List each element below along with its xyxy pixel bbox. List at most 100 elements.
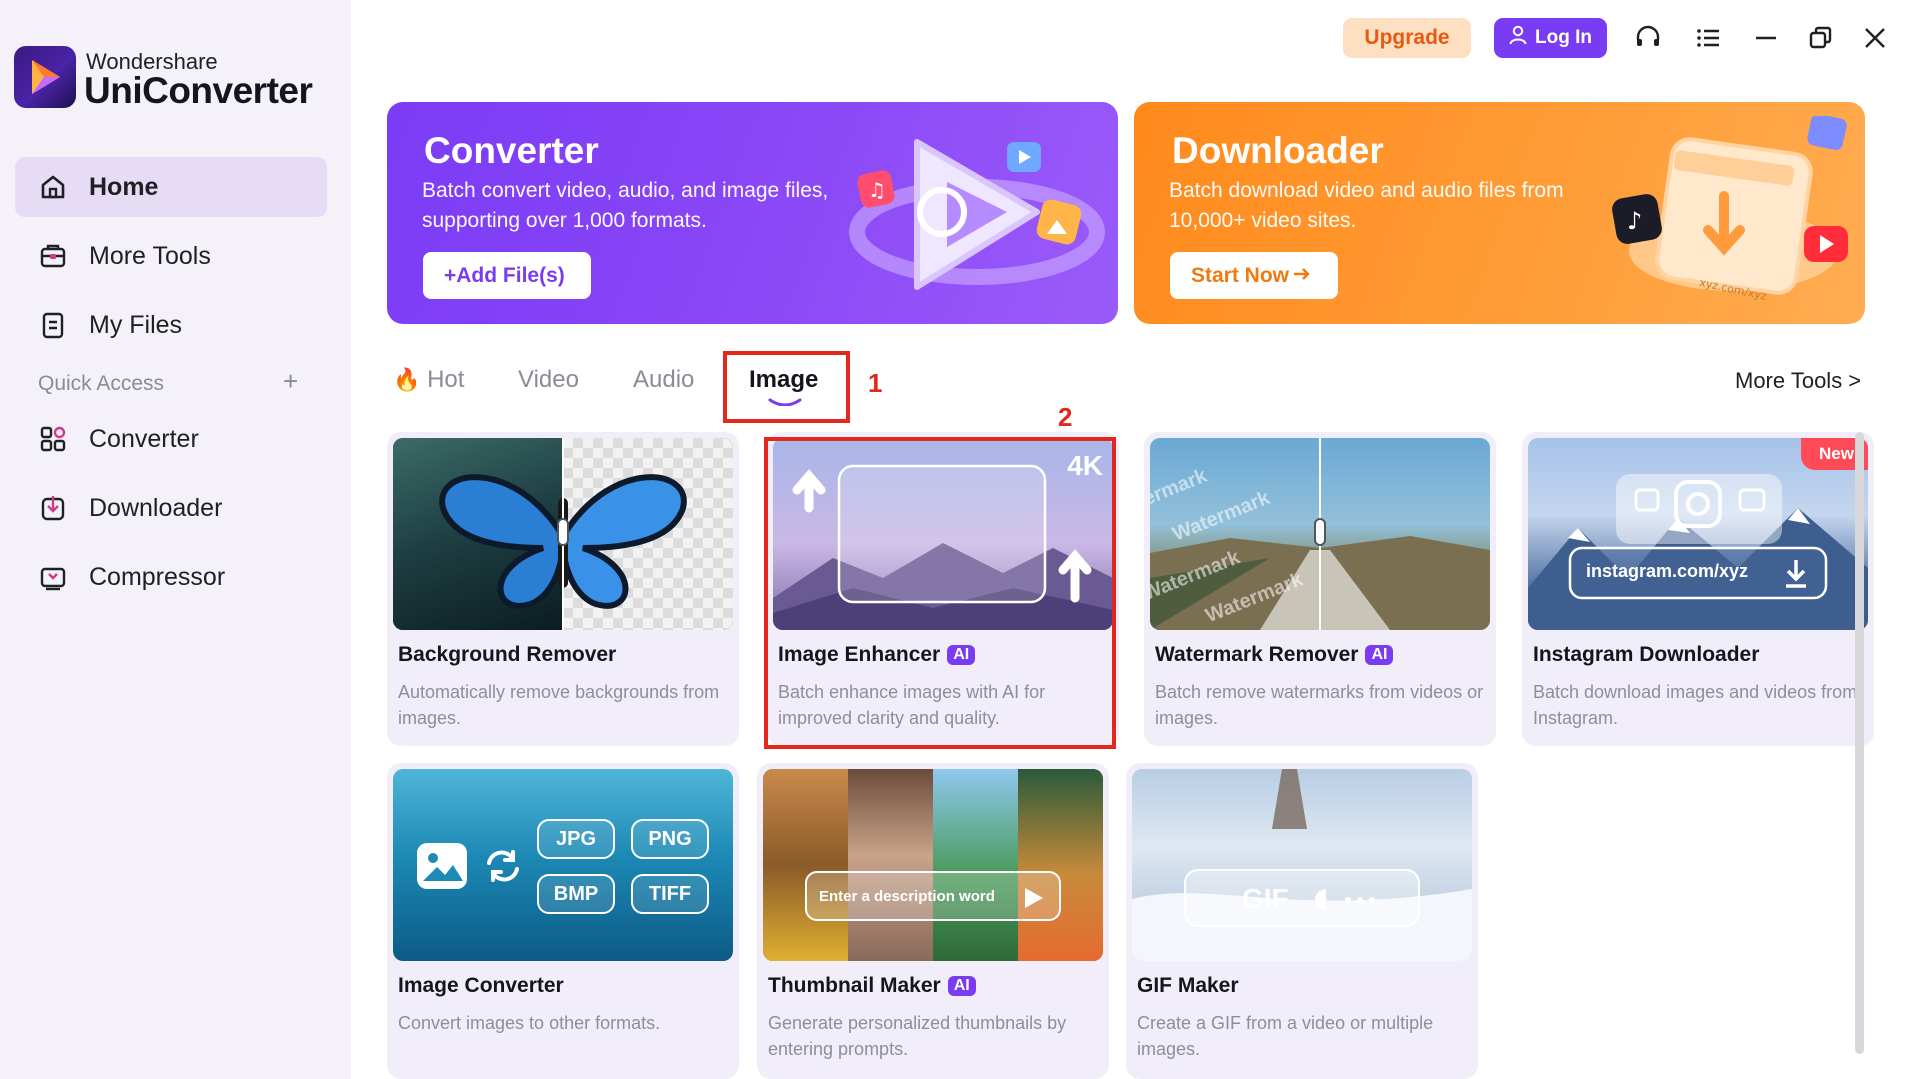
downloader-banner[interactable]: Downloader Batch download video and audi…: [1134, 102, 1865, 324]
content-scrollbar[interactable]: [1855, 432, 1864, 1054]
image-converter-thumbnail: JPG PNG BMP TIFF: [393, 769, 733, 961]
user-icon: [1509, 25, 1527, 51]
send-arrow-icon: [1025, 888, 1043, 908]
card-title: Thumbnail Maker AI: [768, 974, 976, 998]
card-title: Background Remover: [398, 643, 617, 666]
card-instagram-downloader[interactable]: instagram.com/xyz New Instagram Download…: [1522, 432, 1874, 746]
sidebar-item-label: My Files: [89, 310, 183, 339]
uniconverter-logo: [14, 46, 76, 108]
card-title: GIF Maker: [1137, 974, 1239, 997]
start-now-label: Start Now: [1191, 263, 1290, 287]
card-description: Automatically remove backgrounds from im…: [398, 682, 720, 728]
format-bmp: BMP: [537, 874, 615, 914]
sidebar-item-compressor[interactable]: Compressor: [15, 547, 327, 607]
instagram-downloader-thumbnail: instagram.com/xyz New: [1528, 438, 1868, 630]
annotation-number-1: 1: [868, 368, 883, 398]
card-title-text: Watermark Remover: [1155, 643, 1359, 666]
downloader-banner-description: Batch download video and audio files fro…: [1169, 179, 1564, 232]
headset-icon[interactable]: [1630, 20, 1666, 56]
sidebar-item-label: Home: [89, 172, 159, 201]
sidebar-item-label: Downloader: [89, 493, 223, 522]
arrow-right-icon: [1293, 264, 1311, 288]
downloader-illustration: ♪ xyz.com/xyz: [1612, 116, 1848, 303]
downloader-banner-title: Downloader: [1172, 130, 1384, 171]
start-now-button[interactable]: Start Now: [1170, 252, 1338, 299]
gif-loading-icon: [1315, 889, 1375, 911]
gif-maker-thumbnail: GIF: [1132, 769, 1472, 961]
tab-audio[interactable]: Audio: [633, 366, 694, 394]
card-description: Create a GIF from a video or multiple im…: [1137, 1013, 1434, 1059]
sidebar-item-home[interactable]: Home: [15, 157, 327, 217]
tab-hot[interactable]: 🔥 Hot: [393, 366, 464, 394]
card-gif-maker[interactable]: GIF GIF Maker Create a GIF from a video …: [1126, 763, 1478, 1079]
sidebar-item-downloader[interactable]: Downloader: [15, 478, 327, 538]
home-icon: [37, 171, 69, 203]
tab-hot-label: Hot: [427, 366, 465, 393]
compressor-icon: [37, 561, 69, 593]
login-label: Log In: [1535, 27, 1592, 48]
card-description: Convert images to other formats.: [398, 1013, 661, 1033]
gif-label-box: GIF: [1184, 869, 1420, 927]
annotation-box-image-tab: [723, 351, 850, 423]
sidebar-item-label: More Tools: [89, 241, 211, 270]
quick-access-heading: Quick Access: [38, 372, 165, 395]
card-thumbnail-maker[interactable]: Enter a description word Thumbnail Maker…: [757, 763, 1109, 1079]
background-remover-thumbnail: [393, 438, 733, 630]
card-background-remover[interactable]: Background Remover Automatically remove …: [387, 432, 739, 746]
downloader-icon: [37, 492, 69, 524]
card-description: Generate personalized thumbnails by ente…: [768, 1013, 1067, 1059]
sidebar-item-my-files[interactable]: My Files: [15, 295, 327, 355]
fire-icon: 🔥: [393, 367, 421, 392]
ai-badge: AI: [947, 976, 976, 996]
quick-access-add-button[interactable]: +: [283, 366, 298, 397]
ai-badge: AI: [1365, 645, 1394, 665]
watermark-remover-thumbnail: Watermark Watermark Watermark Watermark: [1150, 438, 1490, 630]
toolbox-icon: [37, 240, 69, 272]
gif-label: GIF: [1242, 883, 1289, 914]
image-file-icon: [417, 843, 467, 889]
thumbnail-maker-thumbnail: Enter a description word: [763, 769, 1103, 961]
brand-product: UniConverter: [84, 70, 313, 111]
annotation-box-image-enhancer: [764, 437, 1116, 749]
convert-arrows-icon: [487, 850, 519, 882]
annotation-number-2: 2: [1058, 402, 1073, 432]
watermark-overlay: Watermark Watermark Watermark Watermark: [1150, 438, 1320, 630]
converter-banner[interactable]: Converter Batch convert video, audio, an…: [387, 102, 1118, 324]
converter-banner-description: Batch convert video, audio, and image fi…: [422, 179, 829, 232]
menu-list-icon[interactable]: [1690, 20, 1726, 56]
card-title-text: Thumbnail Maker: [768, 974, 941, 997]
sidebar-item-more-tools[interactable]: More Tools: [15, 226, 327, 286]
format-jpg: JPG: [537, 819, 615, 859]
svg-text:♫: ♫: [868, 178, 886, 202]
card-title: Instagram Downloader: [1533, 643, 1760, 666]
more-tools-link[interactable]: More Tools >: [1735, 368, 1861, 394]
login-button[interactable]: Log In: [1494, 18, 1607, 58]
sidebar-item-converter[interactable]: Converter: [15, 409, 327, 469]
card-description: Batch download images and videos from In…: [1533, 682, 1858, 728]
format-tiff: TIFF: [631, 874, 709, 914]
card-title: Watermark Remover AI: [1155, 643, 1394, 667]
tab-video[interactable]: Video: [518, 366, 579, 394]
minimize-icon[interactable]: [1748, 20, 1784, 56]
converter-banner-title: Converter: [424, 130, 599, 171]
converter-illustration: ♫: [849, 139, 1105, 290]
converter-icon: [37, 423, 69, 455]
prompt-input-illustration: Enter a description word: [805, 871, 1061, 921]
prompt-placeholder-text: Enter a description word: [819, 887, 995, 905]
svg-text:♪: ♪: [1627, 207, 1642, 235]
instagram-url-text: instagram.com/xyz: [1586, 561, 1749, 581]
card-title: Image Converter: [398, 974, 564, 997]
file-icon: [37, 309, 69, 341]
sidebar: Wondershare UniConverter Home More Tools…: [0, 0, 351, 1079]
add-files-button[interactable]: +Add File(s): [423, 252, 591, 299]
sidebar-item-label: Compressor: [89, 562, 226, 591]
close-icon[interactable]: [1857, 20, 1893, 56]
card-image-converter[interactable]: JPG PNG BMP TIFF Image Converter Convert…: [387, 763, 739, 1079]
upgrade-button[interactable]: Upgrade: [1343, 18, 1471, 58]
sidebar-item-label: Converter: [89, 424, 199, 453]
restore-icon[interactable]: [1803, 20, 1839, 56]
snow-path-icon: [1132, 769, 1472, 961]
format-png: PNG: [631, 819, 709, 859]
card-watermark-remover[interactable]: Watermark Watermark Watermark Watermark …: [1144, 432, 1496, 746]
card-description: Batch remove watermarks from videos or i…: [1155, 682, 1484, 728]
